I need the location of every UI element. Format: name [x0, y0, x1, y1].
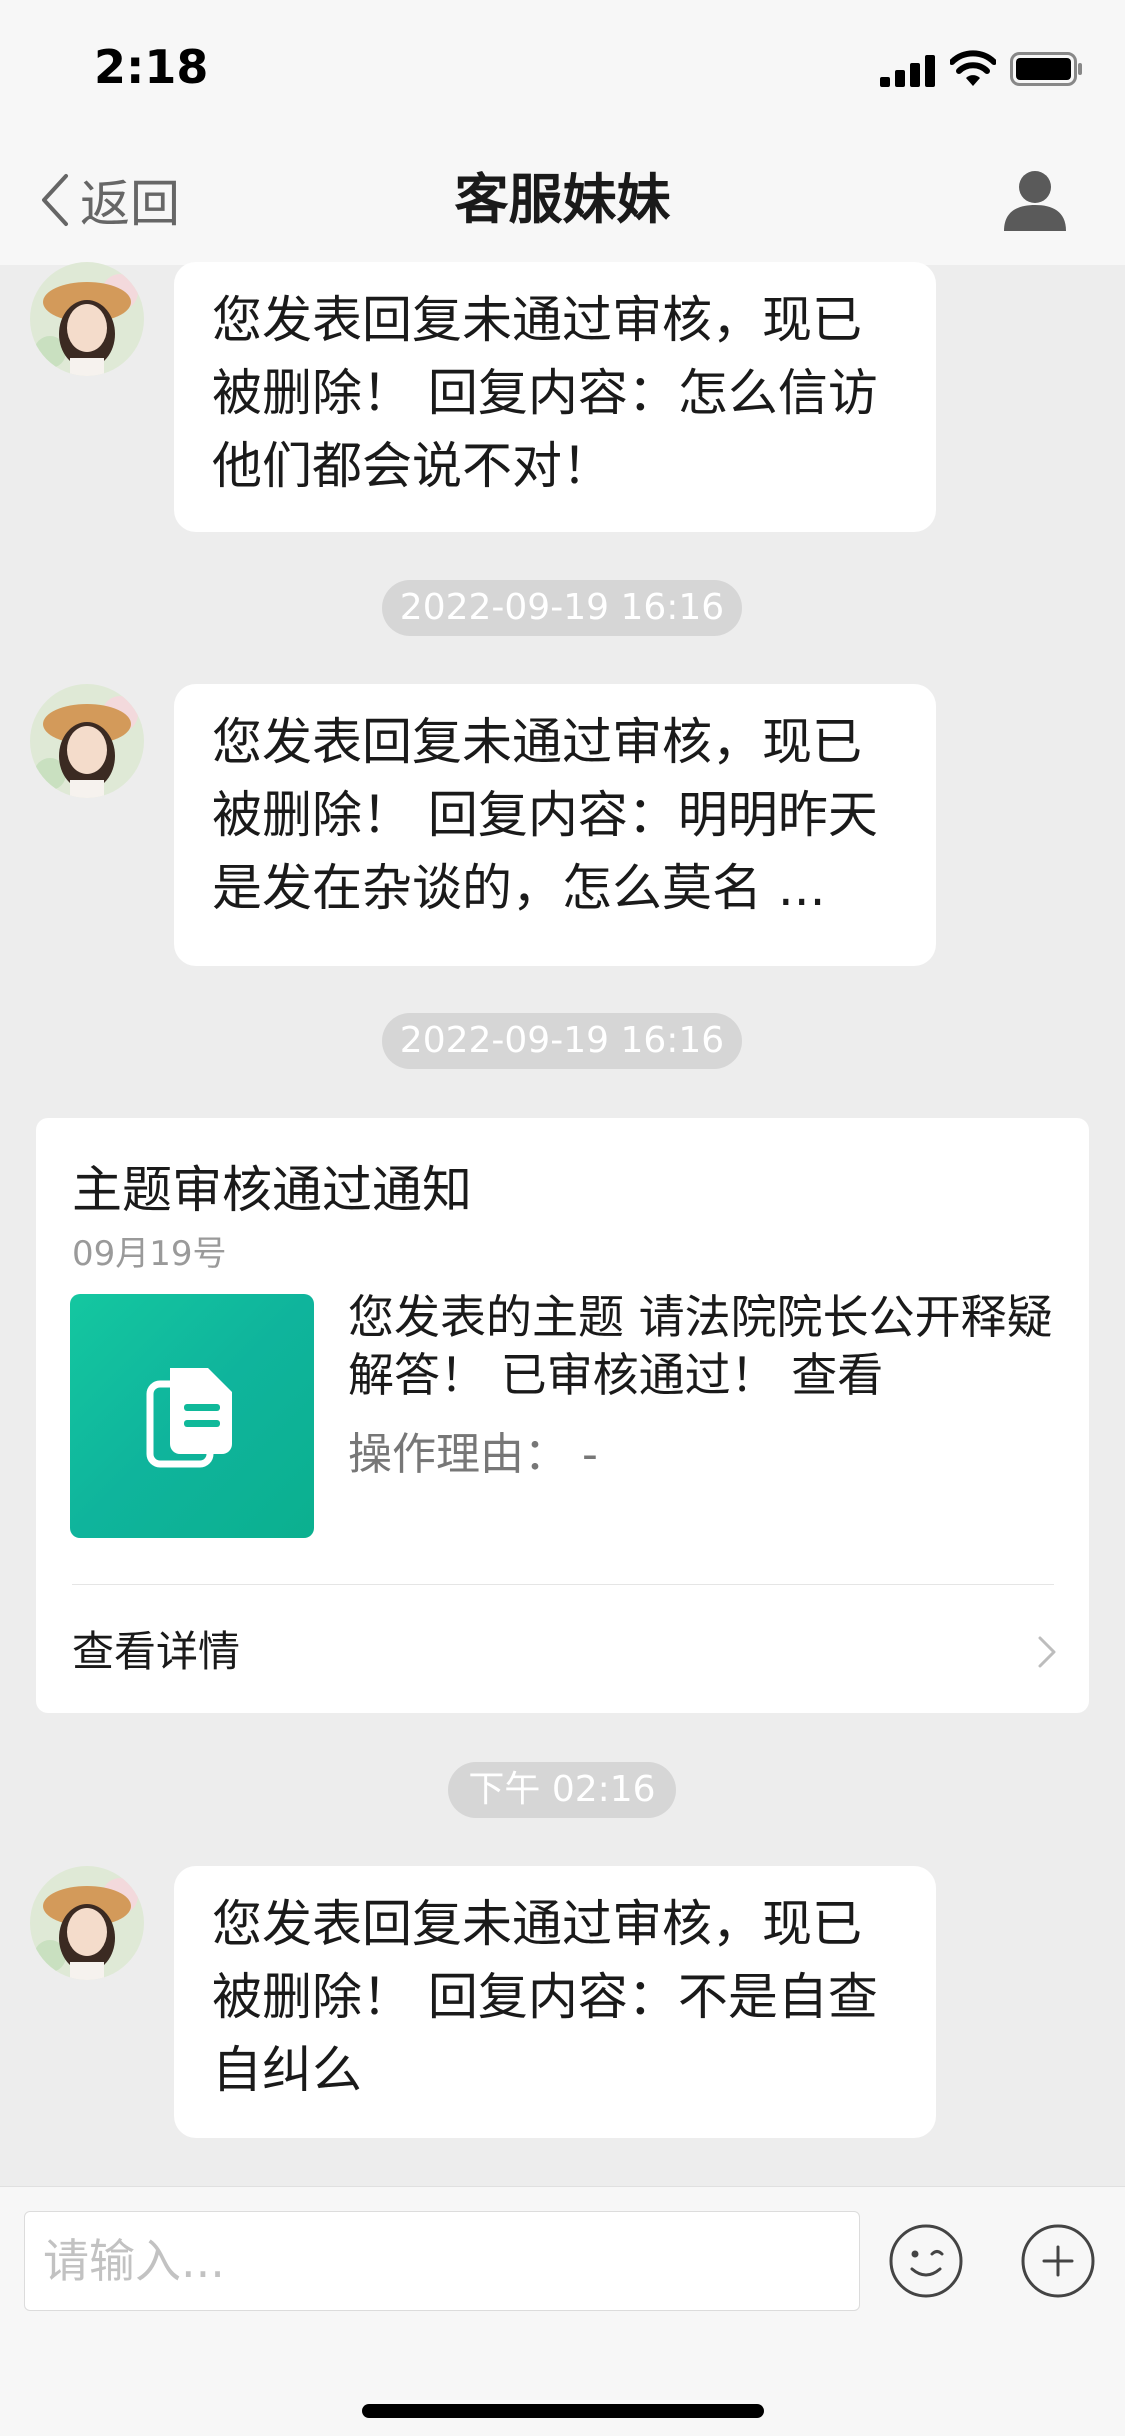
- view-details-link[interactable]: 查看详情: [72, 1618, 240, 1679]
- message-bubble: 您发表回复未通过审核，现已被删除！ 回复内容：不是自查自纠么: [174, 1866, 936, 2138]
- divider: [72, 1584, 1054, 1585]
- emoji-icon[interactable]: [888, 2223, 964, 2299]
- cellular-signal-icon: [880, 55, 935, 87]
- avatar-image: [30, 262, 144, 376]
- page-title: 客服妹妹: [454, 168, 671, 231]
- avatar-image: [30, 684, 144, 798]
- card-thumbnail: [70, 1294, 314, 1538]
- message-bubble: 您发表回复未通过审核，现已被删除！ 回复内容：怎么信访他们都会说不对！: [174, 262, 936, 532]
- input-bar: [0, 2186, 1125, 2336]
- chevron-right-icon: [1038, 1636, 1056, 1668]
- user-profile-icon[interactable]: [1000, 165, 1070, 235]
- timestamp: 下午 02:16: [448, 1762, 676, 1818]
- home-area: [0, 2336, 1125, 2436]
- navigation-bar: 返回 客服妹妹: [0, 135, 1125, 265]
- card-title: 主题审核通过通知: [72, 1161, 472, 1219]
- notification-card[interactable]: 主题审核通过通知 09月19号 您发表的主题 请法院院长公开释疑解答！ 已审核通…: [36, 1118, 1089, 1713]
- battery-icon: [1010, 52, 1082, 86]
- timestamp: 2022-09-19 16:16: [382, 1013, 742, 1069]
- avatar[interactable]: [30, 684, 144, 798]
- avatar[interactable]: [30, 262, 144, 376]
- card-date: 09月19号: [72, 1234, 227, 1274]
- plus-icon[interactable]: [1020, 2223, 1096, 2299]
- wifi-icon: [950, 50, 996, 86]
- card-body: 您发表的主题 请法院院长公开释疑解答！ 已审核通过！ 查看: [348, 1290, 1053, 1402]
- timestamp: 2022-09-19 16:16: [382, 580, 742, 636]
- document-icon: [146, 1368, 232, 1468]
- home-indicator[interactable]: [362, 2404, 764, 2418]
- avatar[interactable]: [30, 1866, 144, 1980]
- message-bubble: 您发表回复未通过审核，现已被删除！ 回复内容：明明昨天是发在杂谈的，怎么莫名 .…: [174, 684, 936, 966]
- status-bar: 2:18: [0, 0, 1125, 135]
- message-input[interactable]: [24, 2211, 860, 2311]
- card-reason: 操作理由： -: [348, 1429, 598, 1480]
- avatar-image: [30, 1866, 144, 1980]
- status-time: 2:18: [94, 40, 209, 94]
